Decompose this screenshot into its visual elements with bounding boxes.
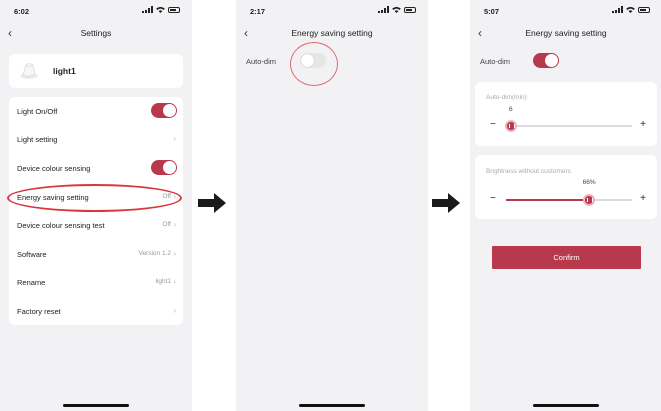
highlight-ellipse	[7, 184, 182, 212]
plus-button[interactable]: +	[640, 120, 646, 130]
wifi-icon	[626, 6, 635, 13]
wifi-icon	[156, 6, 165, 13]
chevron-right-icon: ›	[173, 134, 176, 143]
row-label: Light On/Off	[17, 107, 58, 116]
status-time: 6:02	[14, 7, 30, 16]
plus-button[interactable]: +	[640, 194, 646, 204]
toggle-knob	[163, 104, 176, 117]
row-factory-reset[interactable]: Factory reset ›	[9, 297, 183, 325]
battery-icon	[168, 6, 180, 13]
auto-dim-label: Auto-dim	[246, 57, 277, 66]
row-software[interactable]: Software Version 1.2 ›	[9, 240, 183, 268]
system-icons	[142, 6, 180, 13]
status-bar: 5:07	[470, 0, 661, 22]
row-light-setting[interactable]: Light setting ›	[9, 125, 183, 153]
back-chevron-icon[interactable]: ‹	[8, 26, 12, 40]
signal-icon	[142, 6, 153, 13]
light-on-off-toggle[interactable]	[151, 103, 177, 118]
row-colour-sensing-test[interactable]: Device colour sensing test Off ›	[9, 211, 183, 239]
light-bulb-icon	[20, 63, 38, 79]
row-label: Software	[17, 250, 47, 259]
auto-dim-min-label: Auto-dim(min)	[486, 94, 527, 101]
chevron-right-icon: ›	[173, 220, 176, 229]
wifi-icon	[392, 6, 401, 13]
confirm-button[interactable]: Confirm	[492, 246, 641, 269]
battery-icon	[404, 6, 416, 13]
home-indicator	[299, 404, 365, 407]
back-chevron-icon[interactable]: ‹	[244, 26, 248, 40]
status-time: 5:07	[484, 7, 500, 16]
status-bar: 6:02	[0, 0, 192, 22]
slider-fill	[506, 199, 590, 201]
home-indicator	[533, 404, 599, 407]
row-label: Factory reset	[17, 307, 61, 316]
chevron-right-icon: ›	[173, 249, 176, 258]
auto-dim-min-card: Auto-dim(min) 6 − +	[475, 82, 657, 146]
settings-screen: 6:02 ‹ Settings light1 Light On/Off Ligh…	[0, 0, 192, 411]
status-time: 2:17	[250, 7, 266, 16]
device-card[interactable]: light1	[9, 54, 183, 88]
signal-icon	[612, 6, 623, 13]
row-label: Rename	[17, 278, 46, 287]
brightness-card: Brightness without customers 66% − +	[475, 155, 657, 219]
signal-icon	[378, 6, 389, 13]
chevron-right-icon: ›	[173, 306, 176, 315]
row-label: Light setting	[17, 135, 58, 144]
minus-button[interactable]: −	[490, 120, 496, 130]
row-value: Off	[162, 221, 171, 228]
brightness-label: Brightness without customers	[486, 168, 571, 175]
chevron-right-icon: ›	[173, 277, 176, 286]
auto-dim-min-slider[interactable]	[505, 120, 632, 132]
system-icons	[378, 6, 416, 13]
device-name: light1	[53, 66, 76, 76]
back-chevron-icon[interactable]: ‹	[478, 26, 482, 40]
auto-dim-label: Auto-dim	[480, 57, 511, 66]
status-bar: 2:17	[236, 0, 428, 22]
minus-button[interactable]: −	[490, 194, 496, 204]
page-title: Energy saving setting	[525, 28, 607, 38]
auto-dim-min-value: 6	[509, 106, 513, 113]
nav-bar: ‹ Settings	[0, 26, 192, 44]
row-label: Device colour sensing test	[17, 221, 105, 230]
page-title: Settings	[80, 28, 112, 38]
toggle-knob	[163, 161, 176, 174]
home-indicator	[63, 404, 129, 407]
brightness-slider[interactable]	[506, 194, 632, 206]
row-rename[interactable]: Rename light1 ›	[9, 268, 183, 296]
row-device-colour-sensing[interactable]: Device colour sensing	[9, 154, 183, 182]
battery-icon	[638, 6, 650, 13]
page-title: Energy saving setting	[291, 28, 373, 38]
slider-thumb[interactable]	[583, 194, 596, 206]
auto-dim-toggle[interactable]	[533, 53, 559, 68]
nav-bar: ‹ Energy saving setting	[470, 26, 661, 44]
brightness-value: 66%	[582, 179, 596, 186]
slider-thumb[interactable]	[505, 120, 518, 132]
row-value: light1	[155, 278, 171, 285]
system-icons	[612, 6, 650, 13]
energy-saving-screen-on: 5:07 ‹ Energy saving setting Auto-dim Au…	[470, 0, 661, 411]
row-light-on-off[interactable]: Light On/Off	[9, 97, 183, 125]
toggle-knob	[545, 54, 558, 67]
nav-bar: ‹ Energy saving setting	[236, 26, 428, 44]
row-value: Version 1.2	[138, 250, 171, 257]
colour-sensing-toggle[interactable]	[151, 160, 177, 175]
energy-saving-screen-off: 2:17 ‹ Energy saving setting Auto-dim	[236, 0, 428, 411]
highlight-circle	[290, 42, 338, 86]
row-label: Device colour sensing	[17, 164, 91, 173]
